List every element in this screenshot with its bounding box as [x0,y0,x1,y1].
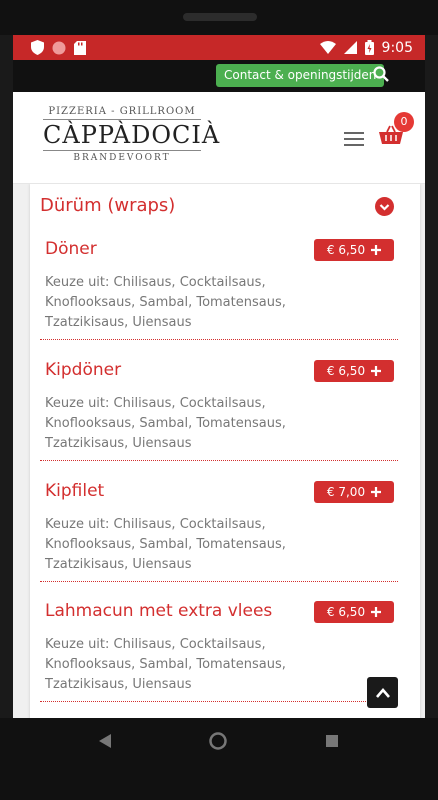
plus-icon [371,487,382,497]
item-description: Keuze uit: Chilisaus, Cocktailsaus, Knof… [45,517,286,572]
circle-icon [52,41,66,54]
plus-icon [371,607,382,617]
menu-item: Kipdöner € 6,50 Keuze uit: Chilisaus, Co… [40,360,398,461]
top-bar: Contact & openingstijden [13,60,425,92]
home-icon[interactable] [209,732,227,750]
status-time: 9:05 [381,39,413,56]
item-name: Kipfilet [45,481,105,501]
recents-icon[interactable] [326,735,338,747]
android-nav-bar [0,718,438,800]
add-to-cart-button[interactable]: € 6,50 [314,239,394,261]
menu-item: Kipfilet € 7,00 Keuze uit: Chilisaus, Co… [40,481,398,582]
cart-count-badge: 0 [394,112,414,132]
status-bar: 9:05 [13,35,425,60]
wifi-icon [319,41,336,54]
item-price: € 7,00 [326,485,366,499]
item-description: Keuze uit: Chilisaus, Cocktailsaus, Knof… [45,275,286,330]
logo-name: CÀPPÀDOCIÀ [43,119,221,151]
search-icon[interactable] [373,66,389,82]
item-name: Döner [45,239,97,259]
logo-tagline: PIZZERIA - GRILLROOM [48,106,196,117]
shield-icon [31,40,44,55]
item-price: € 6,50 [326,243,366,257]
speaker-grille [183,13,257,21]
category-title[interactable]: Dürüm (wraps) [40,195,175,216]
menu-content: Dürüm (wraps) Döner € 6,50 Keuze uit: Ch… [13,184,425,718]
sd-card-icon [74,40,86,55]
item-description: Keuze uit: Chilisaus, Cocktailsaus, Knof… [45,396,286,451]
site-header: PIZZERIA - GRILLROOM CÀPPÀDOCIÀ BRANDEVO… [13,92,425,184]
plus-icon [371,245,382,255]
contact-button[interactable]: Contact & openingstijden [216,64,385,87]
add-to-cart-button[interactable]: € 7,00 [314,481,394,503]
menu-item: Lahmacun met extra vlees € 6,50 Keuze ui… [40,601,398,702]
chevron-down-icon[interactable] [375,197,394,216]
item-name: Kipdöner [45,360,122,380]
logo-location: BRANDEVOORT [73,153,171,163]
logo[interactable]: PIZZERIA - GRILLROOM CÀPPÀDOCIÀ BRANDEVO… [43,106,221,170]
add-to-cart-button[interactable]: € 6,50 [314,360,394,382]
plus-icon [371,366,382,376]
device-bezel-top [0,0,438,35]
add-to-cart-button[interactable]: € 6,50 [314,601,394,623]
item-price: € 6,50 [326,364,366,378]
battery-icon [364,40,374,55]
back-icon[interactable] [99,734,111,748]
hamburger-icon[interactable] [344,132,364,146]
signal-icon [343,41,357,54]
scroll-to-top-button[interactable] [367,677,398,708]
item-description: Keuze uit: Chilisaus, Cocktailsaus, Knof… [45,637,286,692]
item-name: Lahmacun met extra vlees [45,601,273,621]
item-price: € 6,50 [326,605,366,619]
menu-item: Döner € 6,50 Keuze uit: Chilisaus, Cockt… [40,239,398,340]
chevron-up-icon [375,687,390,698]
category-card: Dürüm (wraps) Döner € 6,50 Keuze uit: Ch… [30,184,420,718]
